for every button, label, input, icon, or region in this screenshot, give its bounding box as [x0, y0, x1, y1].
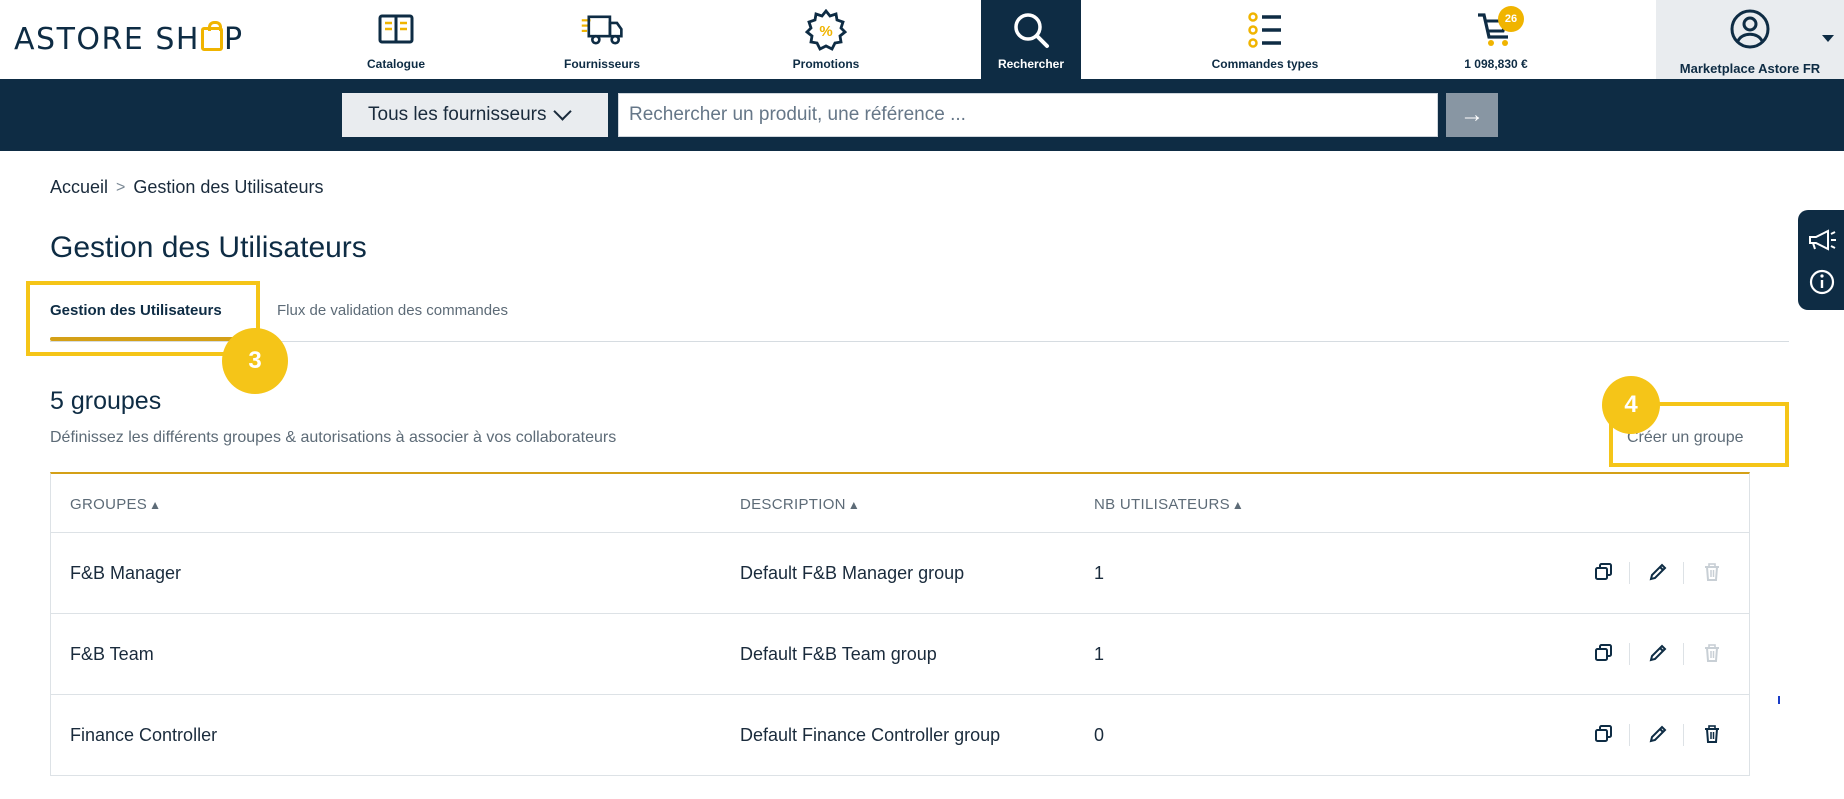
discount-badge-icon: %: [804, 8, 848, 52]
column-header-groupes[interactable]: GROUPES ▲: [70, 496, 161, 513]
duplicate-icon[interactable]: [1592, 722, 1616, 746]
supplier-select[interactable]: Tous les fournisseurs: [342, 93, 608, 137]
sort-asc-icon: ▲: [149, 498, 162, 512]
column-header-nb-utilisateurs[interactable]: NB UTILISATEURS ▲: [1094, 496, 1244, 513]
sort-asc-icon: ▲: [847, 498, 860, 512]
groups-count-title: 5 groupes: [50, 387, 162, 415]
action-divider: [1683, 724, 1684, 746]
cart-count-badge: 26: [1498, 6, 1524, 32]
search-icon: [1009, 8, 1053, 52]
nav-label-commandes-types: Commandes types: [1211, 57, 1319, 71]
arrow-right-icon: →: [1460, 101, 1484, 128]
user-avatar-icon: [1729, 8, 1771, 55]
table-row: F&B Manager Default F&B Manager group 1: [51, 533, 1749, 614]
action-divider: [1629, 724, 1630, 746]
search-input[interactable]: [618, 93, 1438, 137]
sort-asc-icon: ▲: [1231, 498, 1245, 512]
logo-text-start: ASTORE SH: [14, 22, 200, 57]
edit-pencil-icon[interactable]: [1646, 560, 1670, 584]
chevron-right-icon: >: [116, 178, 126, 196]
account-menu[interactable]: Marketplace Astore FR: [1656, 0, 1844, 79]
groups-table: GROUPES ▲ DESCRIPTION ▲ NB UTILISATEURS ▲ F…: [50, 472, 1750, 776]
side-floating-panel: [1798, 210, 1844, 310]
edit-pencil-icon[interactable]: [1646, 722, 1670, 746]
nav-item-rechercher[interactable]: Rechercher: [981, 0, 1081, 79]
search-submit-button[interactable]: →: [1446, 93, 1498, 137]
search-bar: Tous les fournisseurs →: [0, 79, 1844, 151]
row-actions: [1592, 641, 1732, 667]
page-title: Gestion des Utilisateurs: [50, 231, 367, 264]
info-icon[interactable]: [1806, 266, 1838, 298]
trash-icon-disabled: [1700, 641, 1724, 665]
nav-item-promotions[interactable]: % Promotions: [756, 0, 896, 79]
breadcrumb-current: Gestion des Utilisateurs: [133, 177, 324, 197]
step-marker-3: 3: [222, 328, 288, 394]
action-divider: [1629, 562, 1630, 584]
tab-bar: Gestion des Utilisateurs Flux de validat…: [50, 290, 1789, 342]
row-actions: [1592, 722, 1732, 748]
group-user-count: 1: [1094, 563, 1105, 583]
action-divider: [1629, 643, 1630, 665]
table-row: Finance Controller Default Finance Contr…: [51, 695, 1749, 776]
nav-item-cart[interactable]: 26 1 098,830 €: [1446, 0, 1546, 79]
duplicate-icon[interactable]: [1592, 641, 1616, 665]
scroll-indicator: [1778, 696, 1780, 704]
account-label: Marketplace Astore FR: [1679, 61, 1821, 76]
nav-label-rechercher: Rechercher: [997, 57, 1065, 71]
book-icon: [374, 8, 418, 52]
group-description: Default F&B Team group: [740, 644, 937, 664]
cart-total: 1 098,830 €: [1464, 57, 1528, 71]
group-name: F&B Manager: [70, 563, 182, 583]
shopping-bag-icon: [200, 20, 223, 51]
group-user-count: 1: [1094, 644, 1105, 664]
breadcrumb: Accueil > Gestion des Utilisateurs: [50, 177, 323, 198]
astore-shop-logo[interactable]: ASTORE SH P: [14, 20, 244, 57]
chevron-down-icon: [1822, 35, 1834, 42]
trash-icon[interactable]: [1700, 722, 1724, 746]
nav-label-catalogue: Catalogue: [366, 57, 425, 71]
nav-item-catalogue[interactable]: Catalogue: [336, 0, 456, 79]
step-marker-4: 4: [1602, 376, 1660, 434]
nav-label-fournisseurs: Fournisseurs: [563, 57, 641, 71]
duplicate-icon[interactable]: [1592, 560, 1616, 584]
logo-text-end: P: [223, 22, 244, 57]
truck-icon: [580, 8, 624, 52]
edit-pencil-icon[interactable]: [1646, 641, 1670, 665]
cart-icon: 26: [1474, 6, 1524, 52]
table-row: F&B Team Default F&B Team group 1: [51, 614, 1749, 695]
tab-flux-validation[interactable]: Flux de validation des commandes: [277, 302, 508, 319]
nav-label-promotions: Promotions: [792, 57, 860, 71]
groups-subtitle: Définissez les différents groupes & auto…: [50, 429, 617, 446]
trash-icon-disabled: [1700, 560, 1724, 584]
column-header-description[interactable]: DESCRIPTION ▲: [740, 496, 860, 513]
svg-text:%: %: [819, 23, 832, 40]
list-icon: [1243, 8, 1287, 52]
supplier-select-value: Tous les fournisseurs: [368, 104, 547, 125]
breadcrumb-home-link[interactable]: Accueil: [50, 177, 108, 198]
group-description: Default F&B Manager group: [740, 563, 965, 583]
group-name: Finance Controller: [70, 725, 218, 745]
action-divider: [1683, 562, 1684, 584]
nav-item-commandes-types[interactable]: Commandes types: [1190, 0, 1340, 79]
chevron-down-icon: [553, 101, 573, 121]
table-header: GROUPES ▲ DESCRIPTION ▲ NB UTILISATEURS ▲: [51, 474, 1749, 533]
megaphone-icon[interactable]: [1806, 224, 1838, 256]
top-navigation: ASTORE SH P Catalogue Fournisseurs % Prom…: [0, 0, 1844, 79]
group-user-count: 0: [1094, 725, 1105, 745]
nav-item-fournisseurs[interactable]: Fournisseurs: [532, 0, 672, 79]
group-description: Default Finance Controller group: [740, 725, 1001, 745]
row-actions: [1592, 560, 1732, 586]
group-name: F&B Team: [70, 644, 154, 664]
action-divider: [1683, 643, 1684, 665]
